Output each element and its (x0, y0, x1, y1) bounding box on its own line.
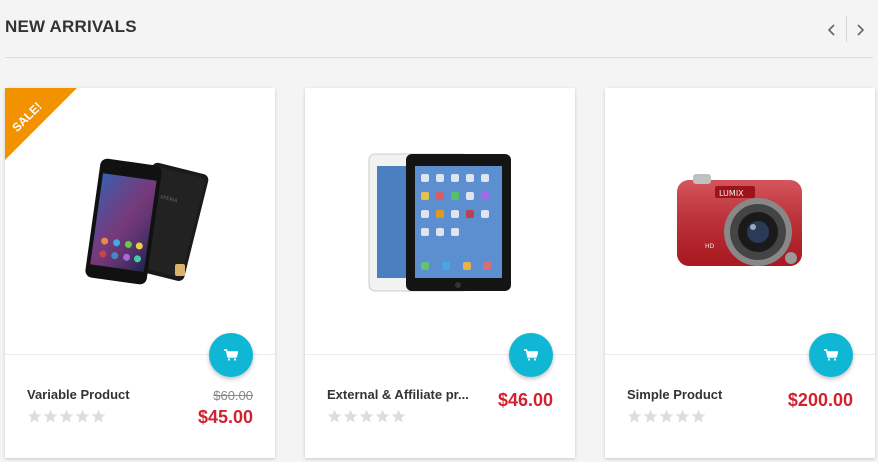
product-card[interactable]: LUMIX HD Simple Product $200.00 (605, 88, 875, 458)
star-icon (691, 409, 706, 423)
rating-stars (327, 409, 406, 424)
price: $46.00 (497, 390, 553, 410)
camera-image: LUMIX HD (677, 174, 802, 266)
star-icon (75, 409, 90, 423)
product-name[interactable]: Variable Product (27, 387, 130, 402)
tablet-image (368, 153, 511, 292)
section-header: NEW ARRIVALS (0, 0, 878, 58)
star-icon (627, 409, 642, 423)
star-icon (359, 409, 374, 423)
nav-separator (846, 16, 847, 42)
add-to-cart-button[interactable] (809, 333, 853, 377)
product-image[interactable]: LUMIX HD (605, 88, 875, 354)
product-card[interactable]: XPERIA SALE! Variable Product $60.00 $45… (5, 88, 275, 458)
star-icon (375, 409, 390, 423)
star-icon (43, 409, 58, 423)
star-icon (27, 409, 42, 423)
add-to-cart-button[interactable] (509, 333, 553, 377)
cart-icon (224, 349, 238, 361)
cart-icon (524, 349, 538, 361)
regular-price: $60.00 (213, 388, 253, 403)
price: $200.00 (787, 390, 853, 410)
add-to-cart-button[interactable] (209, 333, 253, 377)
cart-icon (824, 349, 838, 361)
chevron-left-icon (827, 24, 835, 36)
carousel-next-button[interactable] (854, 18, 866, 42)
svg-text:LUMIX: LUMIX (719, 189, 744, 198)
sale-badge: SALE! (5, 88, 77, 160)
star-icon (91, 409, 106, 423)
rating-stars (27, 409, 106, 424)
product-name[interactable]: Simple Product (627, 387, 722, 402)
product-card[interactable]: External & Affiliate pr... $46.00 (305, 88, 575, 458)
header-divider (5, 57, 873, 58)
product-image[interactable] (305, 88, 575, 354)
rating-stars (627, 409, 706, 424)
star-icon (675, 409, 690, 423)
star-icon (59, 409, 74, 423)
star-icon (327, 409, 342, 423)
svg-text:HD: HD (705, 243, 715, 250)
chevron-right-icon (857, 24, 865, 36)
carousel-prev-button[interactable] (826, 18, 838, 42)
sale-price: $45.00 (197, 407, 253, 427)
section-title: NEW ARRIVALS (5, 17, 137, 36)
star-icon (659, 409, 674, 423)
star-icon (343, 409, 358, 423)
star-icon (643, 409, 658, 423)
product-name[interactable]: External & Affiliate pr... (327, 387, 469, 402)
star-icon (391, 409, 406, 423)
